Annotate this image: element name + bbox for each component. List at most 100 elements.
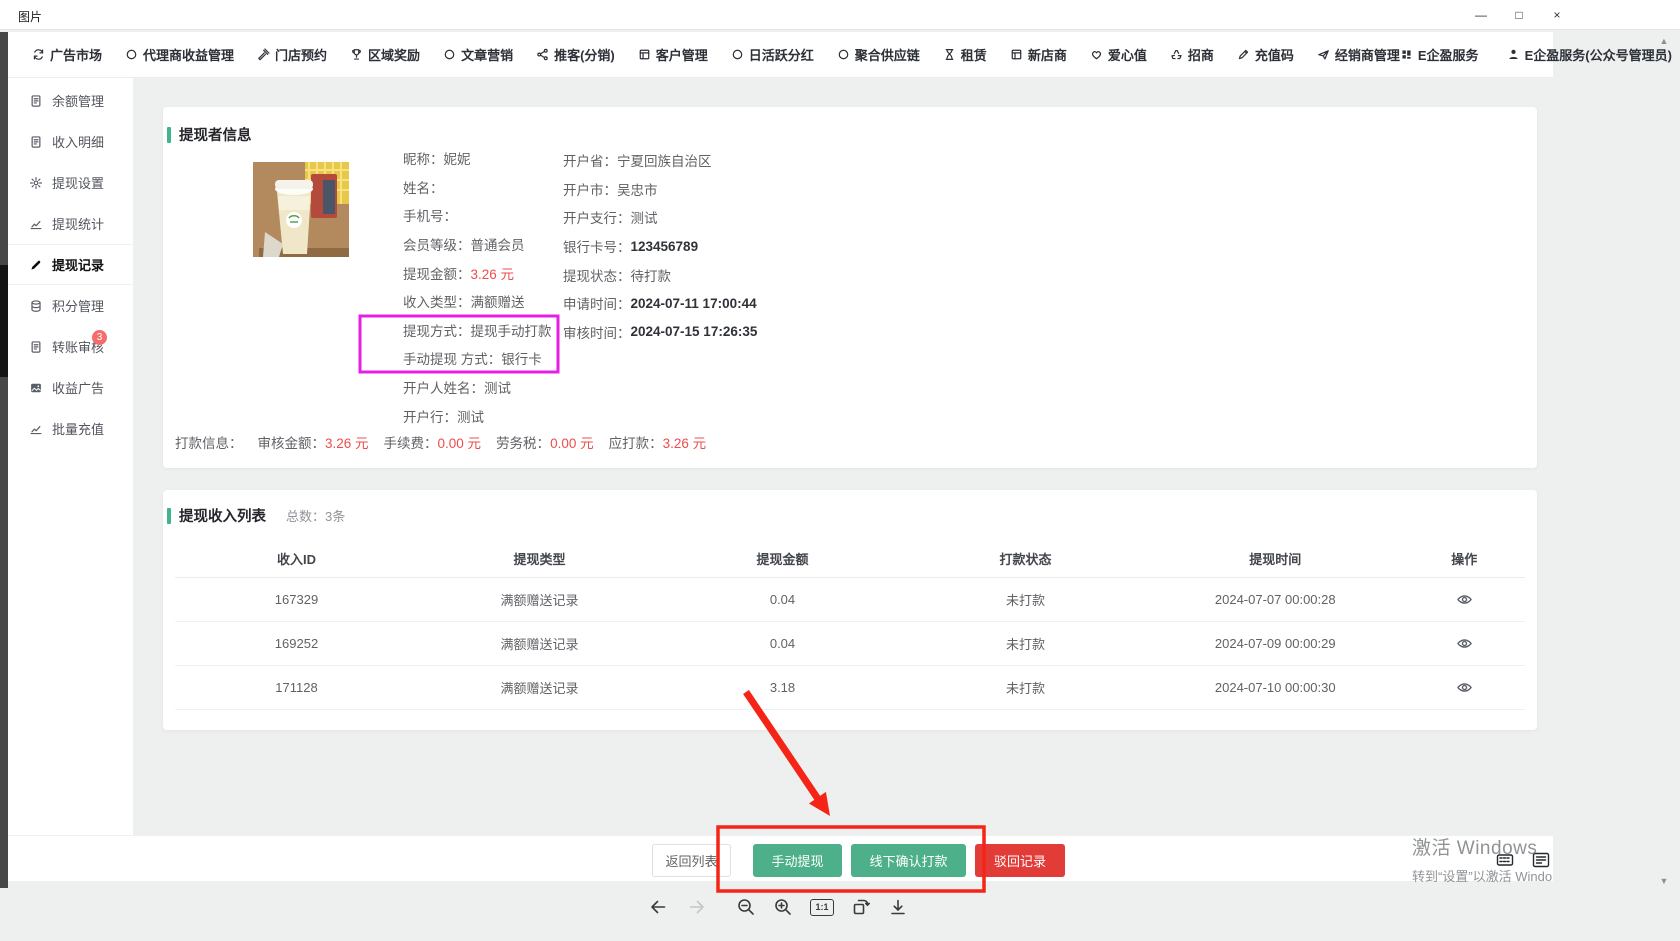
nav-item[interactable]: 聚合供应链: [837, 45, 920, 64]
nav-item[interactable]: 区域奖励: [350, 45, 420, 64]
circle-icon: [125, 48, 138, 61]
info-field: 昵称：妮妮: [403, 144, 552, 173]
sidebar-item-label: 提现设置: [52, 173, 104, 192]
sidebar-item[interactable]: 提现设置: [8, 162, 133, 203]
circle-icon: [443, 48, 456, 61]
field-label: 审核时间：: [563, 322, 631, 342]
table-row: 169252满额赠送记录0.04未打款2024-07-09 00:00:29: [175, 621, 1525, 665]
nav-item[interactable]: E企盈服务: [1400, 45, 1479, 64]
nav-item[interactable]: 经销商管理: [1317, 45, 1400, 64]
image-icon: [29, 381, 43, 395]
scroll-down-icon[interactable]: ▼: [1656, 874, 1672, 888]
table-cell: 169252: [175, 621, 418, 665]
table-cell: 2024-07-10 00:00:30: [1147, 665, 1404, 709]
nav-item[interactable]: 客户管理: [638, 45, 708, 64]
table-header-cell: 提现类型: [418, 540, 661, 577]
withdrawer-info-card: 提现者信息 昵称：妮妮姓名：手机号：会员等级：普通会员提现金额：3.26 元收入…: [163, 107, 1537, 468]
download-button[interactable]: [888, 895, 908, 919]
offline-confirm-button[interactable]: 线下确认打款: [851, 844, 966, 877]
back-to-list-button[interactable]: 返回列表: [652, 844, 731, 877]
info-field: 开户省：宁夏回族自治区: [563, 146, 757, 175]
view-icon[interactable]: [1456, 591, 1473, 608]
maximize-button[interactable]: □: [1500, 0, 1538, 30]
forward-button[interactable]: [687, 895, 707, 919]
sidebar-item[interactable]: 余额管理: [8, 80, 133, 121]
info-field: 收入类型：满额赠送: [403, 287, 552, 316]
table-cell: 满额赠送记录: [418, 621, 661, 665]
nav-item[interactable]: 充值码: [1237, 45, 1294, 64]
gear-icon: [29, 176, 43, 190]
nav-item[interactable]: 广告市场: [32, 45, 102, 64]
table-cell-actions: [1404, 665, 1526, 709]
tray-keyboard-icon: [1496, 851, 1514, 874]
person-icon: [1507, 48, 1520, 61]
field-value: 测试: [631, 207, 658, 227]
share-icon: [536, 48, 549, 61]
sidebar-item[interactable]: 收益广告: [8, 367, 133, 408]
close-button[interactable]: ×: [1538, 0, 1576, 30]
nav-item-label: 客户管理: [656, 45, 708, 64]
left-scrollbar-thumb[interactable]: [0, 265, 8, 377]
sidebar-item-label: 提现记录: [52, 255, 104, 274]
trophy-icon: [350, 48, 363, 61]
zoom-out-button[interactable]: [736, 895, 756, 919]
hourglass-icon: [943, 48, 956, 61]
minimize-button[interactable]: —: [1462, 0, 1500, 30]
field-value: 普通会员: [471, 234, 525, 254]
payment-item: 应打款：3.26 元: [609, 432, 707, 452]
nav-item[interactable]: 招商: [1170, 45, 1214, 64]
field-label: 申请时间：: [563, 293, 631, 313]
view-icon[interactable]: [1456, 635, 1473, 652]
view-icon[interactable]: [1456, 679, 1473, 696]
section-accent-bar: [167, 508, 171, 524]
nav-item[interactable]: 推客(分销): [536, 45, 615, 64]
sidebar-item[interactable]: 提现记录: [8, 244, 133, 285]
rotate-button[interactable]: [851, 895, 871, 919]
pen2-icon: [1237, 48, 1250, 61]
info-field: 开户人姓名：测试: [403, 373, 552, 402]
reject-record-button[interactable]: 驳回记录: [975, 844, 1065, 877]
nav-item[interactable]: 爱心值: [1090, 45, 1147, 64]
avatar: [253, 162, 349, 257]
annotation-arrowhead: [809, 792, 830, 816]
back-button[interactable]: [648, 895, 668, 919]
section-title: 提现收入列表: [179, 505, 266, 526]
field-value: 提现手动打款: [471, 320, 552, 340]
table-header-cell: 提现金额: [661, 540, 904, 577]
table-row: 167329满额赠送记录0.04未打款2024-07-07 00:00:28: [175, 577, 1525, 621]
heart-icon: [1090, 48, 1103, 61]
info-field: 提现金额：3.26 元: [403, 258, 552, 287]
nav-item[interactable]: E企盈服务(公众号管理员): [1507, 45, 1672, 64]
table-cell: 未打款: [904, 621, 1147, 665]
nav-item[interactable]: 代理商收益管理: [125, 45, 234, 64]
recycle-icon: [1170, 48, 1183, 61]
nav-item[interactable]: 文章营销: [443, 45, 513, 64]
send-icon: [1317, 48, 1330, 61]
table-cell: 未打款: [904, 577, 1147, 621]
payment-item-value: 0.00 元: [438, 436, 482, 451]
nav-item[interactable]: 新店商: [1010, 45, 1067, 64]
sidebar-item[interactable]: 收入明细: [8, 121, 133, 162]
circle-icon: [837, 48, 850, 61]
nav-item-label: 门店预约: [275, 45, 327, 64]
info-field: 手机号：: [403, 201, 552, 230]
table-cell: 未打款: [904, 665, 1147, 709]
panel-icon: [638, 48, 651, 61]
manual-withdraw-button[interactable]: 手动提现: [753, 844, 842, 877]
actual-size-button[interactable]: 1:1: [810, 899, 834, 916]
sidebar-item[interactable]: 批量充值: [8, 408, 133, 449]
nav-item[interactable]: 日活跃分红: [731, 45, 814, 64]
nav-item[interactable]: 门店预约: [257, 45, 327, 64]
zoom-in-button[interactable]: [773, 895, 793, 919]
field-value: 123456789: [631, 239, 699, 254]
sidebar-item[interactable]: 提现统计: [8, 203, 133, 244]
nav-item[interactable]: 租赁: [943, 45, 987, 64]
sidebar-item[interactable]: 转账审核3: [8, 326, 133, 367]
field-label: 提现金额：: [403, 263, 471, 283]
info-field: 开户行：测试: [403, 401, 552, 430]
nav-item-label: 招商: [1188, 45, 1214, 64]
field-label: 提现状态：: [563, 265, 631, 285]
payment-summary-row: 打款信息： 审核金额：3.26 元手续费：0.00 元劳务税：0.00 元应打款…: [175, 432, 706, 452]
sidebar-item[interactable]: 积分管理: [8, 285, 133, 326]
left-scrollbar[interactable]: [0, 32, 8, 888]
